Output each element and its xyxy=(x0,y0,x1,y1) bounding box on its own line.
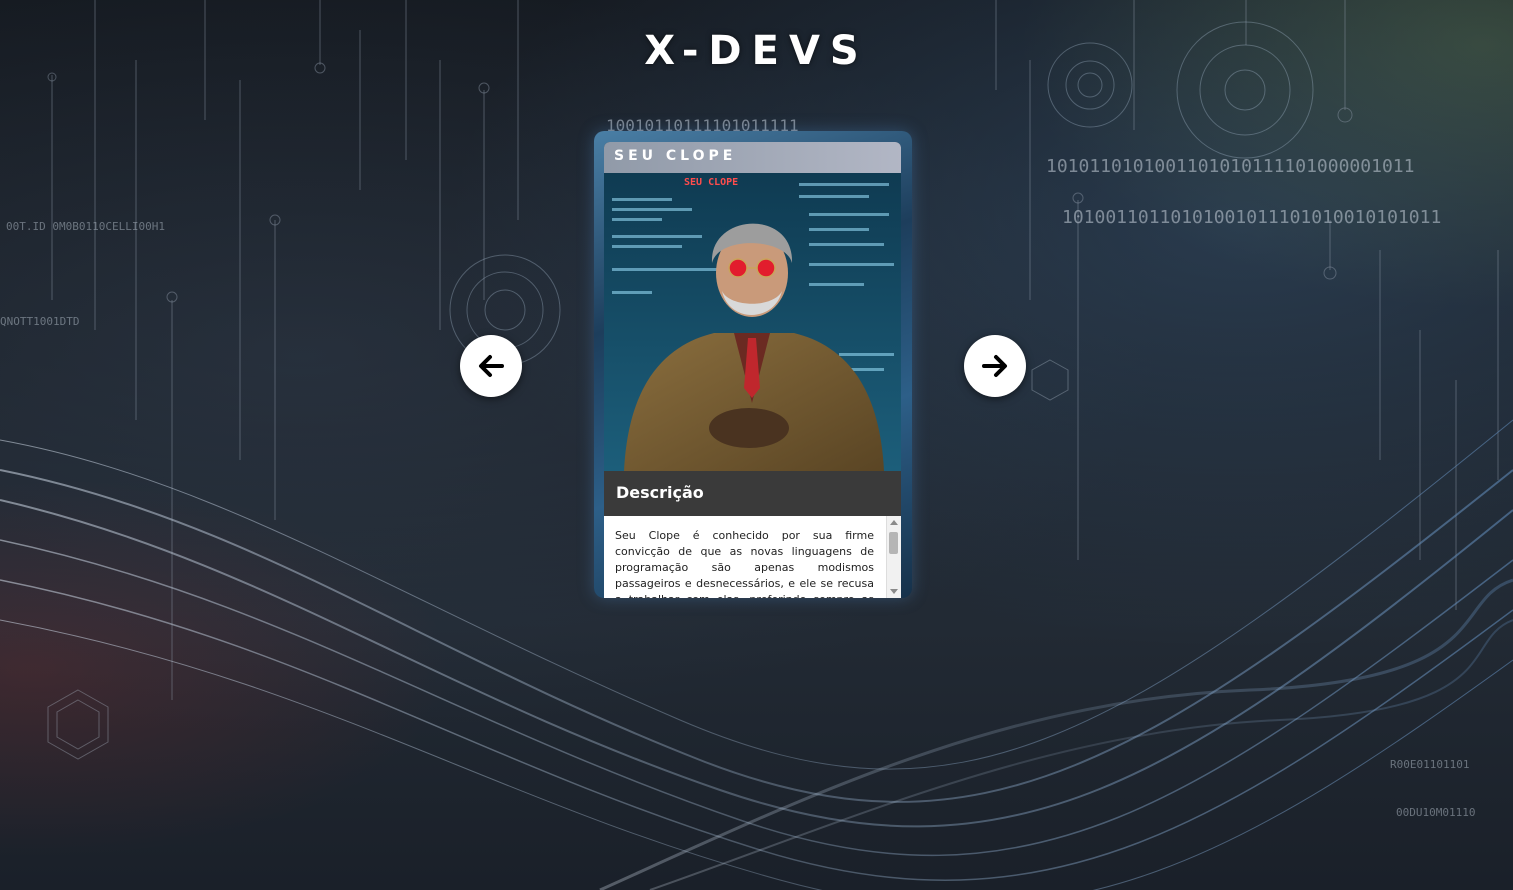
svg-text:R00E01101101: R00E01101101 xyxy=(1390,758,1469,771)
previous-button[interactable] xyxy=(460,335,522,397)
scroll-thumb[interactable] xyxy=(889,532,898,554)
svg-text:101001101101010010111010100101: 10100110110101001011101010010101011 xyxy=(1062,207,1441,228)
scroll-up-icon[interactable] xyxy=(890,520,898,525)
svg-text:00DU10M01110: 00DU10M01110 xyxy=(1396,806,1475,819)
card-content: SEU CLOPE SEU CLOPE Descrição Seu Clope … xyxy=(604,142,901,598)
character-portrait: SEU CLOPE xyxy=(604,173,901,471)
character-card: SEU CLOPE SEU CLOPE Descrição Seu Clope … xyxy=(594,131,912,598)
page-title: X-DEVS xyxy=(644,28,869,74)
arrow-left-icon xyxy=(479,355,504,377)
portrait-sign: SEU CLOPE xyxy=(684,177,738,188)
svg-text:101011010100110101011110100000: 1010110101001101010111101000001011 xyxy=(1046,156,1414,177)
card-name-bar: SEU CLOPE xyxy=(604,142,901,173)
next-button[interactable] xyxy=(964,335,1026,397)
svg-text:QNOTT1001DTD: QNOTT1001DTD xyxy=(0,315,79,328)
description-title: Descrição xyxy=(616,483,704,502)
description-header: Descrição xyxy=(604,471,901,516)
scroll-down-icon[interactable] xyxy=(890,589,898,594)
arrow-right-icon xyxy=(982,355,1007,377)
page-background: 1010110101001101010111101000001011 10100… xyxy=(0,0,1513,890)
description-panel[interactable]: Seu Clope é conhecido por sua firme conv… xyxy=(604,516,901,598)
description-scrollbar[interactable] xyxy=(886,516,901,598)
svg-text:00T.ID 0M0B0110CELLI00H1: 00T.ID 0M0B0110CELLI00H1 xyxy=(6,220,165,233)
description-text: Seu Clope é conhecido por sua firme conv… xyxy=(615,529,874,598)
character-name: SEU CLOPE xyxy=(614,148,737,164)
